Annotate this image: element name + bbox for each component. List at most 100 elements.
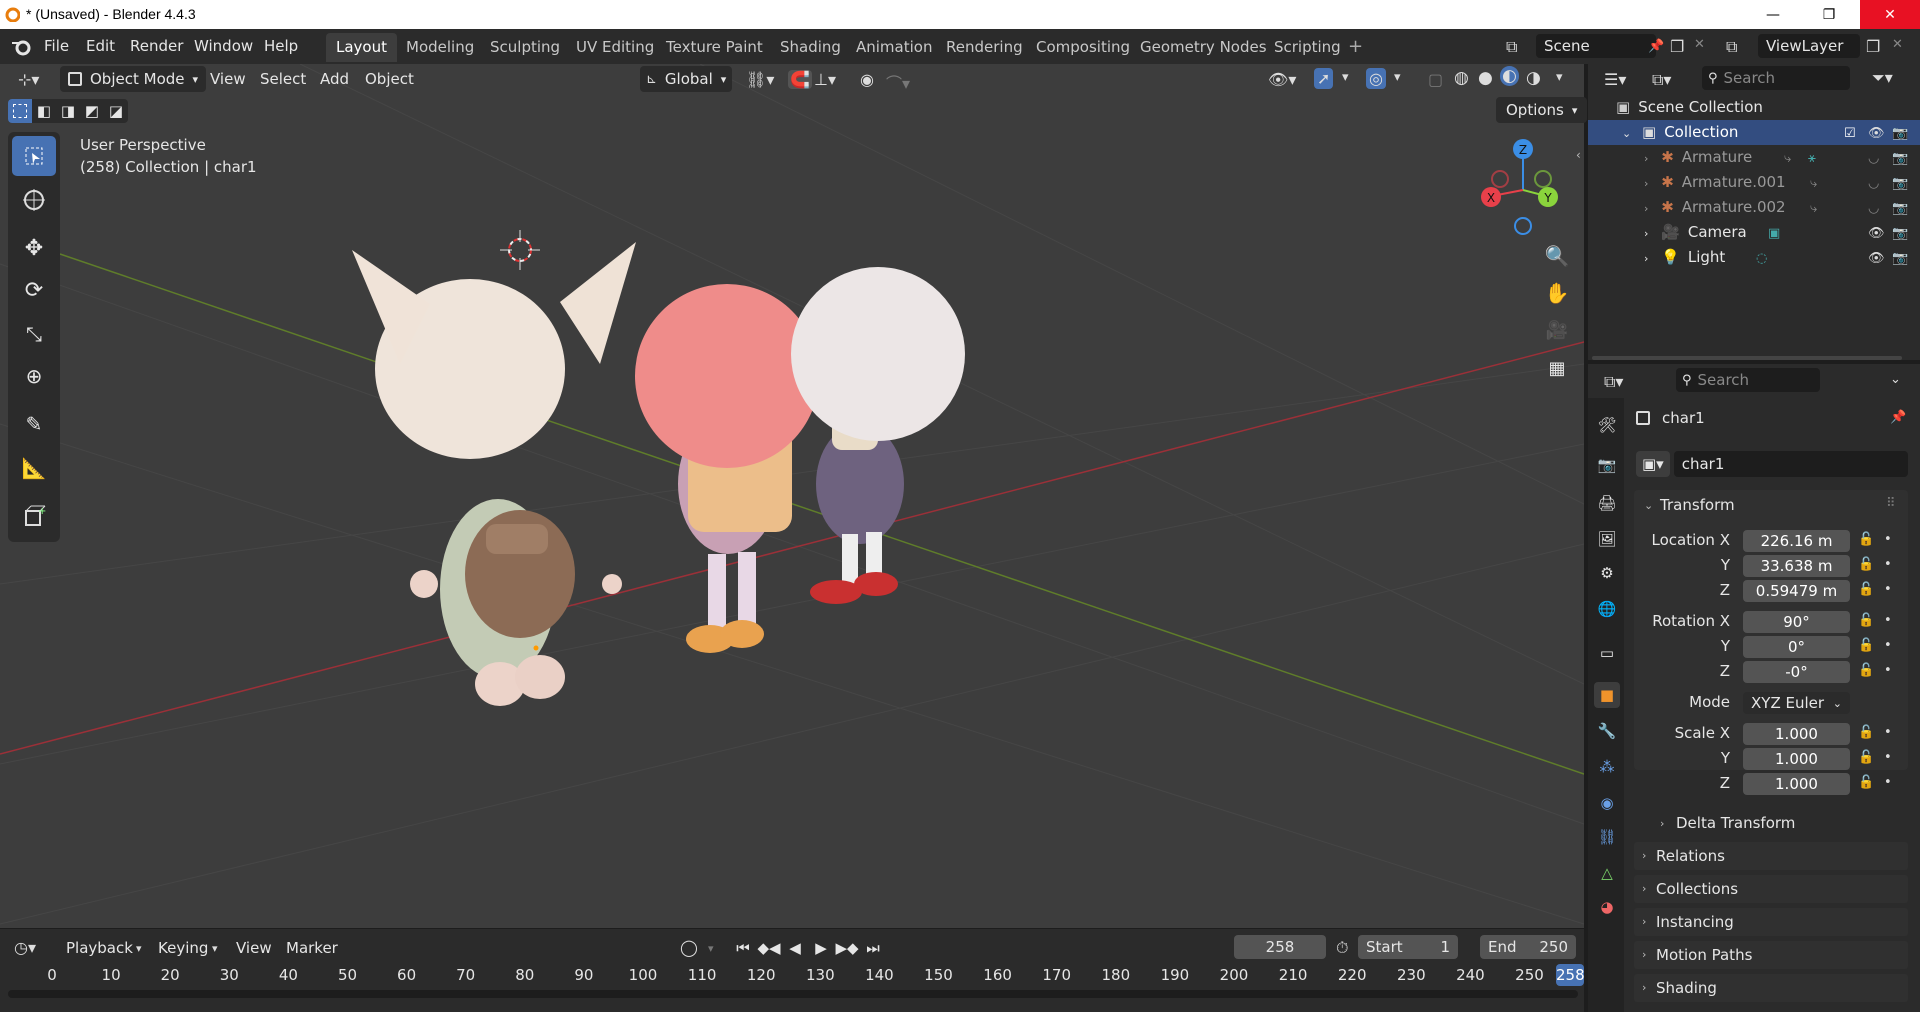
exclude-checkbox-icon[interactable]: ☑ (1844, 121, 1856, 146)
zoom-icon[interactable]: 🔍 (1541, 240, 1573, 272)
camera-render-icon[interactable]: 📷 (1892, 121, 1908, 146)
menu-edit[interactable]: Edit (86, 29, 115, 64)
auto-keying-icon[interactable]: ◯ (680, 938, 698, 957)
rotation-mode-dropdown[interactable]: XYZ Euler ⌄ (1743, 692, 1850, 714)
chevron-down-icon[interactable]: ⌄ (1622, 127, 1631, 140)
add-cube-tool-icon[interactable]: + (12, 496, 56, 536)
visibility-icon[interactable]: 👁▾ (1268, 70, 1296, 89)
tool-tab-icon[interactable]: 🛠 (1594, 412, 1620, 438)
pan-hand-icon[interactable]: ✋ (1541, 277, 1573, 309)
output-tab-icon[interactable]: 🖨 (1594, 490, 1620, 516)
measure-tool-icon[interactable]: 📐 (12, 448, 56, 488)
outliner-item-camera[interactable]: › 🎥 Camera ▣ 👁 📷 (1588, 220, 1920, 245)
snap-icon[interactable]: 🧲 (788, 70, 812, 89)
menu-file[interactable]: File (44, 29, 69, 64)
object-browse-icon[interactable]: ▣▾ (1636, 451, 1670, 477)
minimize-icon[interactable]: — (1750, 0, 1796, 29)
rendered-shading-icon[interactable]: ◑ (1526, 68, 1541, 88)
modifier-tab-icon[interactable]: 🔧 (1594, 718, 1620, 744)
maximize-icon[interactable]: ❐ (1806, 0, 1852, 29)
playhead-indicator[interactable]: 258 (1556, 964, 1584, 986)
eye-icon[interactable]: 👁 (1868, 221, 1885, 246)
scene-tab-icon[interactable]: ⚙ (1594, 560, 1620, 586)
tab-modeling[interactable]: Modeling (396, 33, 484, 62)
lock-icon[interactable]: 🔓 (1858, 663, 1874, 678)
blender-menu-icon[interactable] (10, 37, 32, 57)
keyframe-dot-icon[interactable]: • (1884, 557, 1892, 572)
timeline-scrollbar[interactable] (8, 990, 1578, 998)
location-z-field[interactable]: 0.59479 m (1743, 580, 1850, 602)
sidebar-toggle-icon[interactable]: ‹ (1576, 148, 1581, 162)
lock-icon[interactable]: 🔓 (1858, 582, 1874, 597)
scale-x-field[interactable]: 1.000 (1743, 723, 1850, 745)
wireframe-shading-icon[interactable]: ◍ (1454, 68, 1469, 88)
move-tool-icon[interactable]: ✥ (12, 228, 56, 268)
camera-render-icon[interactable]: 📷 (1892, 196, 1908, 221)
location-y-field[interactable]: 33.638 m (1743, 555, 1850, 577)
select-subtract-icon[interactable]: ◨ (56, 102, 80, 120)
new-view-layer-icon[interactable]: ❐ (1866, 37, 1880, 56)
start-frame-field[interactable]: Start 1 (1358, 935, 1458, 959)
constraints-tab-icon[interactable]: ⛓ (1594, 824, 1620, 850)
filter-icon[interactable]: ⏷▾ (1872, 68, 1893, 88)
delete-scene-icon[interactable]: ✕ (1694, 37, 1705, 52)
play-icon[interactable]: ▶ (808, 939, 834, 957)
delta-transform-header[interactable]: › Delta Transform (1660, 812, 1795, 834)
options-dropdown[interactable]: Options ▾ (1496, 97, 1588, 123)
tab-sculpting[interactable]: Sculpting (480, 33, 570, 62)
collection-tab-icon[interactable]: ▭ (1594, 640, 1620, 666)
timeline-menu-keying[interactable]: Keying (158, 936, 208, 960)
proportional-editing-icon[interactable]: ◉ (860, 70, 874, 89)
chevron-down-icon[interactable]: ▾ (708, 942, 714, 955)
editor-type-icon[interactable]: ⊹▾ (12, 68, 50, 92)
tab-animation[interactable]: Animation (846, 33, 942, 62)
chevron-down-icon[interactable]: ▾ (1556, 70, 1563, 85)
pivot-point-icon[interactable]: ⛓▾ (746, 70, 774, 89)
view-layer-tab-icon[interactable]: 🖼 (1594, 526, 1620, 552)
camera-render-icon[interactable]: 📷 (1892, 246, 1908, 271)
delete-view-layer-icon[interactable]: ✕ (1892, 37, 1903, 52)
timeline-editor-type-icon[interactable]: ◷▾ (14, 938, 36, 957)
chevron-right-icon[interactable]: › (1644, 227, 1648, 240)
tab-layout[interactable]: Layout (326, 33, 397, 62)
tab-uv-editing[interactable]: UV Editing (566, 33, 664, 62)
material-tab-icon[interactable]: ◕ (1594, 894, 1620, 920)
keyframe-dot-icon[interactable]: • (1884, 775, 1892, 790)
instancing-panel-header[interactable]: › Instancing (1634, 908, 1908, 936)
tab-compositing[interactable]: Compositing (1026, 33, 1140, 62)
xray-icon[interactable]: ▢ (1428, 70, 1443, 89)
pin-icon[interactable]: 📌 (1648, 39, 1664, 54)
lock-icon[interactable]: 🔓 (1858, 638, 1874, 653)
chevron-down-icon[interactable]: ▾ (1342, 70, 1349, 85)
cursor-tool-icon[interactable] (12, 180, 56, 220)
perspective-toggle-icon[interactable]: ▦ (1541, 352, 1573, 384)
3d-viewport[interactable] (0, 64, 1584, 928)
tab-texture-paint[interactable]: Texture Paint (656, 33, 773, 62)
lock-icon[interactable]: 🔓 (1858, 775, 1874, 790)
rotate-tool-icon[interactable]: ⟳ (12, 270, 56, 310)
view-layer-selector-icon[interactable]: ⧉ (1726, 37, 1737, 57)
keyframe-dot-icon[interactable]: • (1884, 725, 1892, 740)
overlay-toggle-icon[interactable]: ◎ (1366, 68, 1386, 89)
relations-panel-header[interactable]: › Relations (1634, 842, 1908, 870)
material-preview-icon[interactable]: ◐ (1500, 66, 1519, 86)
viewport-menu-select[interactable]: Select (260, 64, 306, 94)
eye-closed-icon[interactable]: ◡ (1868, 146, 1879, 171)
navigation-gizmo[interactable]: Z Y X (1476, 134, 1586, 244)
drag-handle-icon[interactable]: ⠿ (1886, 496, 1896, 511)
object-tab-icon[interactable]: ■ (1594, 682, 1620, 708)
motion-paths-panel-header[interactable]: › Motion Paths (1634, 941, 1908, 969)
lock-icon[interactable]: 🔓 (1858, 532, 1874, 547)
shading-panel-header[interactable]: › Shading (1634, 974, 1908, 1002)
data-tab-icon[interactable]: △ (1594, 860, 1620, 886)
viewport-menu-view[interactable]: View (210, 64, 246, 94)
eye-closed-icon[interactable]: ◡ (1868, 196, 1879, 221)
select-box-tool-icon[interactable] (12, 136, 56, 176)
tab-shading[interactable]: Shading (770, 33, 851, 62)
scale-tool-icon[interactable]: ⤡ (12, 314, 56, 354)
current-frame-field[interactable]: 258 (1234, 935, 1326, 959)
outliner-scene-collection[interactable]: ▣ Scene Collection (1588, 95, 1920, 120)
eye-closed-icon[interactable]: ◡ (1868, 171, 1879, 196)
viewport-menu-object[interactable]: Object (365, 64, 414, 94)
prev-keyframe-icon[interactable]: ◆◀ (756, 939, 782, 957)
